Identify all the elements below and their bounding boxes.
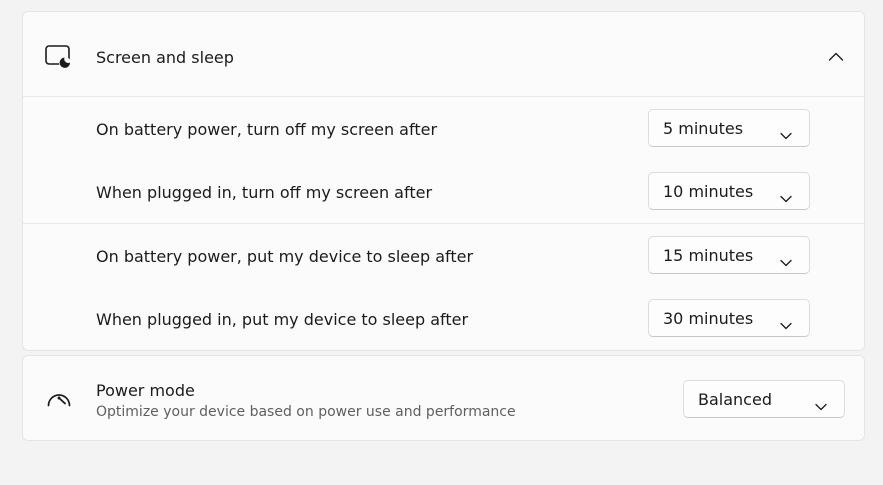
power-mode-dropdown[interactable]: Balanced xyxy=(683,380,845,418)
dropdown-value: 30 minutes xyxy=(663,309,754,328)
plugged-screen-off-dropdown[interactable]: 10 minutes xyxy=(648,172,810,210)
screen-and-sleep-card: Screen and sleep On battery power, turn … xyxy=(22,11,865,351)
screen-and-sleep-header[interactable]: Screen and sleep xyxy=(23,12,864,97)
chevron-down-icon xyxy=(780,188,792,203)
chevron-down-icon xyxy=(780,252,792,267)
chevron-up-icon[interactable] xyxy=(828,48,844,61)
plugged-sleep-row: When plugged in, put my device to sleep … xyxy=(23,288,864,351)
power-mode-subtitle: Optimize your device based on power use … xyxy=(96,404,516,420)
power-mode-title: Power mode xyxy=(96,381,195,400)
plugged-screen-off-row: When plugged in, turn off my screen afte… xyxy=(23,161,864,224)
plugged-screen-off-label: When plugged in, turn off my screen afte… xyxy=(96,183,433,202)
power-mode-card: Power mode Optimize your device based on… xyxy=(22,355,865,441)
dropdown-value: 10 minutes xyxy=(663,182,754,201)
chevron-down-icon xyxy=(815,396,827,411)
dropdown-value: 15 minutes xyxy=(663,246,754,265)
chevron-down-icon xyxy=(780,125,792,140)
battery-sleep-row: On battery power, put my device to sleep… xyxy=(23,225,864,288)
battery-screen-off-label: On battery power, turn off my screen aft… xyxy=(96,120,438,139)
battery-sleep-label: On battery power, put my device to sleep… xyxy=(96,247,474,266)
dropdown-value: Balanced xyxy=(698,390,772,409)
section-divider xyxy=(23,223,864,224)
battery-sleep-dropdown[interactable]: 15 minutes xyxy=(648,236,810,274)
plugged-sleep-dropdown[interactable]: 30 minutes xyxy=(648,299,810,337)
screen-moon-icon xyxy=(45,45,71,69)
battery-screen-off-row: On battery power, turn off my screen aft… xyxy=(23,98,864,161)
screen-and-sleep-title: Screen and sleep xyxy=(96,48,234,67)
plugged-sleep-label: When plugged in, put my device to sleep … xyxy=(96,310,469,329)
speedometer-icon xyxy=(45,387,73,411)
chevron-down-icon xyxy=(780,315,792,330)
dropdown-value: 5 minutes xyxy=(663,119,744,138)
battery-screen-off-dropdown[interactable]: 5 minutes xyxy=(648,109,810,147)
